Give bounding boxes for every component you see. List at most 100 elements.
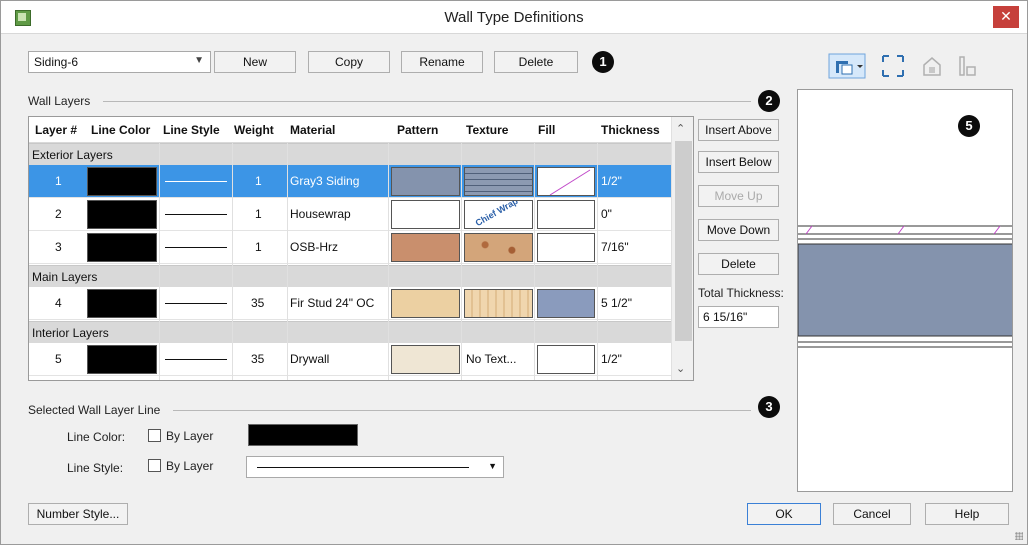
line-style-by-layer-checkbox[interactable] (148, 459, 161, 472)
resize-grip[interactable] (1015, 532, 1023, 540)
thickness-cell: 1/2" (601, 352, 622, 366)
insert-above-button[interactable]: Insert Above (698, 119, 779, 141)
col-thickness[interactable]: Thickness (601, 123, 660, 137)
line-style-sample (165, 214, 227, 215)
ok-button[interactable]: OK (747, 503, 821, 525)
section-divider (173, 410, 751, 411)
weight-cell: 35 (251, 296, 265, 310)
fill-swatch[interactable] (537, 289, 595, 318)
total-thickness-label: Total Thickness: (698, 286, 784, 300)
hatch-pattern (549, 169, 591, 196)
fill-swatch[interactable] (537, 233, 595, 262)
texture-swatch[interactable]: Chief Wrap (464, 200, 533, 229)
texture-swatch[interactable] (464, 233, 533, 262)
pattern-swatch[interactable] (391, 233, 460, 262)
pattern-swatch[interactable] (391, 345, 460, 374)
col-line-style[interactable]: Line Style (163, 123, 220, 137)
rename-button[interactable]: Rename (401, 51, 483, 73)
texture-cell[interactable]: No Text... (466, 352, 516, 366)
number-style-button[interactable]: Number Style... (28, 503, 128, 525)
view-options-icon[interactable] (828, 53, 866, 79)
weight-cell: 35 (251, 352, 265, 366)
table-row[interactable]: 4 35 Fir Stud 24" OC 5 1/2" (29, 287, 671, 320)
line-style-sample (165, 303, 227, 304)
texture-swatch[interactable] (464, 167, 533, 196)
line-style-sample (165, 247, 227, 248)
material-cell: Drywall (290, 352, 330, 366)
col-pattern[interactable]: Pattern (397, 123, 438, 137)
close-button[interactable]: ✕ (993, 6, 1019, 28)
help-button[interactable]: Help (925, 503, 1009, 525)
callout-badge-1: 1 (592, 51, 614, 73)
table-row[interactable]: 2 1 Housewrap Chief Wrap 0" (29, 198, 671, 231)
table-row[interactable]: 3 1 OSB-Hrz 7/16" (29, 231, 671, 264)
delete-layer-button[interactable]: Delete (698, 253, 779, 275)
fill-swatch[interactable] (537, 345, 595, 374)
weight-cell: 1 (255, 240, 262, 254)
section-divider (103, 101, 751, 102)
texture-swatch[interactable] (464, 289, 533, 318)
line-style-label: Line Style: (67, 461, 124, 475)
move-up-button[interactable]: Move Up (698, 185, 779, 207)
by-layer-label: By Layer (166, 459, 214, 473)
material-cell: OSB-Hrz (290, 240, 338, 254)
scroll-up-icon[interactable]: ⌃ (676, 122, 685, 135)
wall-layers-table[interactable]: Layer # Line Color Line Style Weight Mat… (28, 116, 694, 381)
line-color-swatch[interactable] (87, 200, 157, 229)
table-scrollbar[interactable]: ⌃ ⌄ (671, 117, 693, 380)
layer-num: 3 (55, 240, 62, 254)
callout-badge-2: 2 (758, 90, 780, 112)
wall-type-value: Siding-6 (34, 55, 79, 69)
front-elevation-icon[interactable] (919, 53, 945, 79)
wall-preview: 5 (797, 89, 1013, 492)
fill-swatch[interactable] (537, 167, 595, 196)
table-header: Layer # Line Color Line Style Weight Mat… (29, 117, 693, 143)
cross-section-icon[interactable] (955, 53, 981, 79)
fill-swatch[interactable] (537, 200, 595, 229)
layer-num: 2 (55, 207, 62, 221)
column-divider (461, 143, 462, 380)
housewrap-texture-text: Chief Wrap (473, 200, 520, 229)
line-style-select[interactable]: ▼ (246, 456, 504, 478)
line-color-by-layer-checkbox[interactable] (148, 429, 161, 442)
line-color-label: Line Color: (67, 430, 126, 444)
move-down-button[interactable]: Move Down (698, 219, 779, 241)
column-divider (597, 143, 598, 380)
cancel-button[interactable]: Cancel (833, 503, 911, 525)
column-divider (287, 143, 288, 380)
group-label: Main Layers (32, 270, 98, 284)
line-color-swatch[interactable] (87, 345, 157, 374)
table-row[interactable]: 5 35 Drywall No Text... 1/2" (29, 343, 671, 376)
group-row-main: Main Layers (29, 265, 671, 287)
line-color-swatch-button[interactable] (248, 424, 358, 446)
pattern-swatch[interactable] (391, 200, 460, 229)
line-color-swatch[interactable] (87, 289, 157, 318)
fill-window-icon[interactable] (880, 53, 906, 79)
col-material[interactable]: Material (290, 123, 335, 137)
copy-button[interactable]: Copy (308, 51, 390, 73)
material-cell: Housewrap (290, 207, 351, 221)
col-texture[interactable]: Texture (466, 123, 508, 137)
layer-num: 4 (55, 296, 62, 310)
scrollbar-thumb[interactable] (675, 141, 692, 341)
line-style-sample (257, 467, 469, 468)
pattern-swatch[interactable] (391, 289, 460, 318)
insert-below-button[interactable]: Insert Below (698, 151, 779, 173)
line-style-sample (165, 181, 227, 182)
scroll-down-icon[interactable]: ⌄ (676, 362, 685, 375)
new-button[interactable]: New (214, 51, 296, 73)
wall-section-drawing (798, 225, 1012, 348)
line-color-swatch[interactable] (87, 167, 157, 196)
weight-cell: 1 (255, 174, 262, 188)
wall-type-select[interactable]: Siding-6 ▼ (28, 51, 211, 73)
col-line-color[interactable]: Line Color (91, 123, 150, 137)
col-fill[interactable]: Fill (538, 123, 555, 137)
thickness-cell: 5 1/2" (601, 296, 632, 310)
col-layer-num[interactable]: Layer # (35, 123, 77, 137)
layer-num: 5 (55, 352, 62, 366)
col-weight[interactable]: Weight (234, 123, 274, 137)
delete-wall-type-button[interactable]: Delete (494, 51, 578, 73)
pattern-swatch[interactable] (391, 167, 460, 196)
line-color-swatch[interactable] (87, 233, 157, 262)
table-row[interactable]: 1 1 Gray3 Siding 1/2" (29, 165, 671, 198)
